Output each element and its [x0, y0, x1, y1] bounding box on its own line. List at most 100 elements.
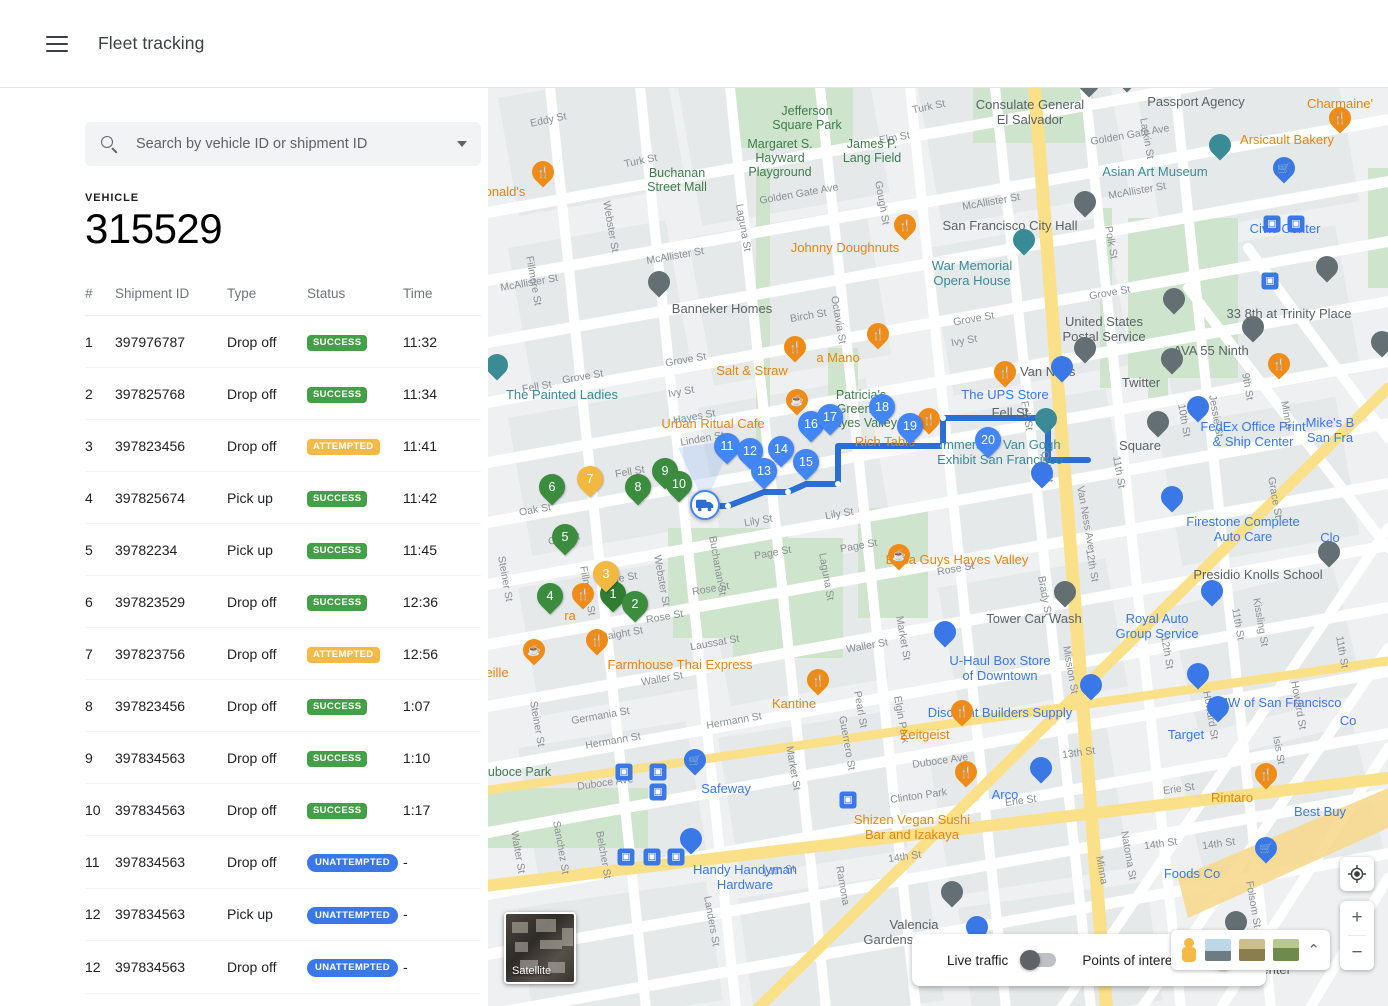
zoom-in-button[interactable]: + — [1340, 901, 1374, 935]
stops-table-container[interactable]: # Shipment ID Type Status Time 139797678… — [85, 286, 481, 1006]
map-stop-marker[interactable]: 19 — [897, 413, 923, 447]
imagery-thumb-3[interactable] — [1273, 939, 1299, 961]
map-poi-pin[interactable] — [1147, 411, 1169, 440]
map-stop-marker[interactable]: 10 — [666, 471, 692, 505]
vehicle-marker[interactable] — [690, 490, 720, 520]
map-poi-pin[interactable] — [1163, 288, 1185, 317]
map-stop-marker[interactable]: 3 — [593, 561, 619, 595]
map-stop-marker[interactable]: 17 — [817, 404, 843, 438]
street-view-strip[interactable]: ⌃ — [1171, 930, 1330, 970]
map-poi-pin[interactable] — [934, 621, 956, 650]
map-stop-marker[interactable]: 15 — [793, 449, 819, 483]
map-poi-pin[interactable]: 🛒 — [1255, 837, 1277, 866]
map-transit-icon[interactable]: ▣ — [616, 764, 633, 781]
table-row[interactable]: 13397834563Drop offUNATTEMPTED- — [85, 993, 481, 1006]
map-view[interactable]: Eddy StTurk StTurk StElm StGolden Gate A… — [488, 88, 1388, 1006]
table-row[interactable]: 10397834563Drop offSUCCESS1:17 — [85, 784, 481, 836]
table-row[interactable]: 12397834563Drop offUNATTEMPTED- — [85, 941, 481, 994]
map-stop-marker[interactable]: 14 — [768, 436, 794, 470]
map-poi-pin[interactable]: ☕ — [888, 544, 910, 573]
map-transit-icon[interactable]: ▣ — [618, 849, 635, 866]
map-stop-marker[interactable]: 4 — [537, 583, 563, 617]
map-poi-pin[interactable] — [1013, 229, 1035, 258]
map-poi-pin[interactable]: 🍴 — [994, 361, 1016, 390]
map-poi-pin[interactable] — [1316, 256, 1338, 285]
table-row[interactable]: 8397823456Drop offSUCCESS1:07 — [85, 680, 481, 732]
map-poi-pin[interactable]: 🍴 — [1268, 353, 1290, 382]
table-row[interactable]: 9397834563Drop offSUCCESS1:10 — [85, 732, 481, 784]
map-poi-pin[interactable] — [1161, 486, 1183, 515]
pegman-icon[interactable] — [1181, 938, 1197, 962]
table-row[interactable]: 539782234Pick upSUCCESS11:45 — [85, 524, 481, 576]
map-stop-marker[interactable]: 2 — [622, 591, 648, 625]
map-poi-pin[interactable]: 🍴 — [894, 214, 916, 243]
map-poi-pin[interactable] — [1187, 663, 1209, 692]
my-location-icon[interactable] — [1340, 857, 1374, 891]
map-poi-pin[interactable] — [1074, 337, 1096, 366]
map-stop-marker[interactable]: 5 — [552, 524, 578, 558]
map-transit-icon[interactable]: ▣ — [840, 792, 857, 809]
map-poi-pin[interactable] — [1187, 396, 1209, 425]
map-poi-pin[interactable]: 🍴 — [955, 761, 977, 790]
map-transit-icon[interactable]: ▣ — [644, 849, 661, 866]
map-poi-pin[interactable]: ☕ — [523, 639, 545, 668]
map-poi-pin[interactable] — [1201, 580, 1223, 609]
search-input[interactable] — [136, 136, 457, 152]
table-row[interactable]: 7397823756Drop offATTEMPTED12:56 — [85, 628, 481, 680]
map-poi-pin[interactable] — [1207, 696, 1229, 725]
map-poi-pin[interactable]: 🍴 — [867, 323, 889, 352]
map-poi-pin[interactable] — [648, 271, 670, 300]
map-poi-pin[interactable]: 🍴 — [807, 669, 829, 698]
map-poi-pin[interactable]: 🍴 — [1329, 107, 1351, 136]
table-row[interactable]: 4397825674Pick upSUCCESS11:42 — [85, 472, 481, 524]
map-transit-icon[interactable]: ▣ — [650, 764, 667, 781]
map-poi-pin[interactable] — [1074, 191, 1096, 220]
map-transit-icon[interactable]: ▣ — [1264, 216, 1281, 233]
table-row[interactable]: 3397823456Drop offATTEMPTED11:41 — [85, 420, 481, 472]
menu-icon[interactable] — [46, 36, 68, 52]
imagery-thumb-2[interactable] — [1239, 939, 1265, 961]
map-poi-pin[interactable] — [1051, 356, 1073, 385]
map-stop-marker[interactable]: 8 — [625, 474, 651, 508]
map-stop-marker[interactable]: 18 — [869, 394, 895, 428]
map-poi-pin[interactable] — [1054, 581, 1076, 610]
map-poi-pin[interactable] — [941, 881, 963, 910]
map-transit-icon[interactable]: ▣ — [668, 849, 685, 866]
map-stop-marker[interactable]: 7 — [577, 466, 603, 500]
map-stop-marker[interactable]: 6 — [539, 474, 565, 508]
map-poi-pin[interactable] — [1209, 134, 1231, 163]
live-traffic-toggle-group[interactable]: Live traffic — [947, 953, 1056, 968]
map-transit-icon[interactable]: ▣ — [1288, 216, 1305, 233]
table-row[interactable]: 12397834563Pick upUNATTEMPTED- — [85, 888, 481, 941]
map-poi-pin[interactable] — [1078, 88, 1100, 100]
table-row[interactable]: 6397823529Drop offSUCCESS12:36 — [85, 576, 481, 628]
map-poi-pin[interactable]: 🛒 — [1273, 157, 1295, 186]
map-poi-pin[interactable] — [1031, 462, 1053, 491]
map-poi-pin[interactable]: 🍴 — [586, 629, 608, 658]
map-poi-pin[interactable]: 🍴 — [532, 161, 554, 190]
table-row[interactable]: 11397834563Drop offUNATTEMPTED- — [85, 836, 481, 889]
map-transit-icon[interactable]: ▣ — [1262, 273, 1279, 290]
map-poi-pin[interactable] — [1035, 408, 1057, 437]
search-bar[interactable] — [85, 122, 481, 166]
live-traffic-switch[interactable] — [1022, 953, 1056, 967]
map-poi-pin[interactable] — [1371, 331, 1388, 360]
table-row[interactable]: 2397825768Drop offSUCCESS11:34 — [85, 368, 481, 420]
chevron-down-icon[interactable] — [457, 141, 467, 147]
map-poi-pin[interactable] — [1116, 88, 1138, 95]
map-poi-pin[interactable] — [1030, 757, 1052, 786]
chevron-up-icon[interactable]: ⌃ — [1307, 941, 1320, 959]
map-poi-pin[interactable] — [1161, 348, 1183, 377]
map-poi-pin[interactable]: 🍴 — [1255, 763, 1277, 792]
map-transit-icon[interactable]: ▣ — [650, 784, 667, 801]
map-poi-pin[interactable] — [1080, 674, 1102, 703]
table-row[interactable]: 1397976787Drop offSUCCESS11:32 — [85, 316, 481, 368]
map-poi-pin[interactable] — [1318, 541, 1340, 570]
imagery-thumb-1[interactable] — [1205, 939, 1231, 961]
map-poi-pin[interactable]: 🍴 — [951, 700, 973, 729]
map-stop-marker[interactable]: 20 — [975, 427, 1001, 461]
map-poi-pin[interactable]: 🍴 — [784, 336, 806, 365]
satellite-toggle-button[interactable]: Satellite — [504, 912, 576, 984]
map-poi-pin[interactable]: 🛒 — [684, 749, 706, 778]
zoom-out-button[interactable]: − — [1340, 936, 1374, 970]
